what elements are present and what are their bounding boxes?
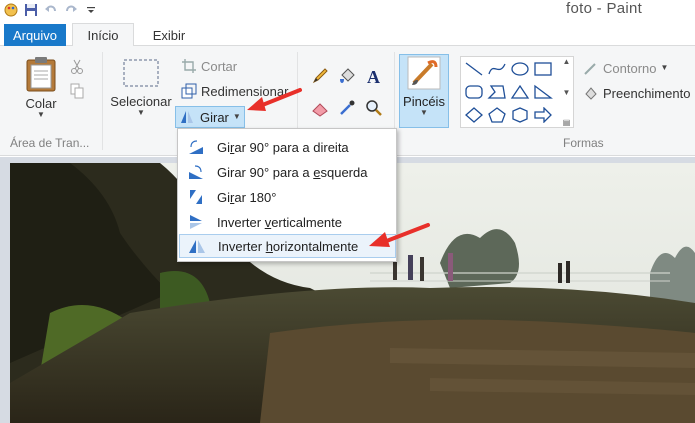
group-divider [102, 52, 103, 150]
rotate-right-icon [186, 138, 206, 156]
polygon-shape-icon[interactable] [486, 82, 508, 102]
menu-item-label: Girar 180° [217, 189, 277, 205]
fill-label: Preenchimento [603, 85, 691, 101]
shapes-gallery [460, 56, 574, 128]
chevron-down-icon: ▼ [37, 110, 45, 119]
paste-button[interactable]: Colar ▼ [18, 56, 64, 119]
clipboard-icon [26, 57, 56, 92]
shapes-group-label: Formas [563, 136, 604, 150]
diamond-shape-icon[interactable] [463, 105, 485, 125]
hexagon-shape-icon[interactable] [509, 105, 531, 125]
svg-text:A: A [367, 67, 380, 85]
pencil-icon[interactable] [310, 66, 330, 86]
menu-item-flip-horizontal[interactable]: Inverter horizontalmente [179, 234, 396, 258]
paste-label: Colar [25, 96, 57, 111]
copy-icon[interactable] [68, 82, 86, 100]
chevron-down-icon: ▼ [232, 112, 241, 121]
menu-item-label: Inverter verticalmente [217, 214, 342, 230]
brush-icon [407, 56, 441, 90]
crop-icon [182, 59, 196, 73]
oval-shape-icon[interactable] [509, 59, 531, 79]
quick-access-toolbar [0, 0, 98, 20]
menu-item-rotate-right[interactable]: Girar 90° para a direita [179, 135, 396, 159]
curve-shape-icon[interactable] [486, 59, 508, 79]
redo-icon[interactable] [64, 3, 78, 17]
rotate-180-icon [186, 188, 206, 206]
rotate-menu: Girar 90° para a direita Girar 90° para … [177, 128, 397, 262]
crop-label: Cortar [201, 58, 238, 74]
menu-item-label: Girar 90° para a direita [217, 139, 349, 155]
brushes-button[interactable]: Pincéis ▼ [399, 54, 449, 128]
pentagon-shape-icon[interactable] [486, 105, 508, 125]
tab-arquivo[interactable]: Arquivo [4, 24, 66, 47]
menu-item-flip-vertical[interactable]: Inverter verticalmente [179, 210, 396, 234]
resize-icon [181, 83, 197, 99]
scroll-up-icon[interactable]: ▲ [563, 57, 571, 66]
fill-button[interactable]: Preenchimento [583, 83, 690, 103]
chevron-down-icon: ▼ [420, 108, 428, 117]
crop-button[interactable]: Cortar [181, 56, 237, 76]
expand-gallery-icon[interactable]: ▤ [563, 118, 571, 127]
menu-item-rotate-left[interactable]: Girar 90° para a esquerda [179, 160, 396, 184]
rectangle-shape-icon[interactable] [532, 59, 554, 79]
outline-icon [584, 63, 596, 75]
selection-rect-icon [123, 59, 159, 87]
text-tool-icon[interactable]: A [364, 66, 384, 86]
chevron-down-icon: ▼ [660, 63, 669, 72]
tab-inicio[interactable]: Início [72, 23, 134, 47]
color-picker-icon[interactable] [337, 98, 357, 118]
customize-toolbar-icon[interactable] [84, 3, 98, 17]
menu-item-rotate-180[interactable]: Girar 180° [179, 185, 396, 209]
menu-item-label: Girar 90° para a esquerda [217, 164, 368, 180]
tab-exibir[interactable]: Exibir [142, 24, 196, 47]
scroll-down-icon[interactable]: ▼ [563, 88, 571, 97]
shapes-scrollbar[interactable]: ▲ ▼ ▤ [560, 57, 573, 127]
chevron-down-icon: ▼ [137, 108, 145, 117]
clipboard-group-label: Área de Tran... [10, 136, 90, 150]
cut-icon[interactable] [68, 58, 86, 76]
annotation-arrow-icon [369, 223, 430, 247]
rotate-icon [181, 111, 193, 123]
fill-icon [585, 87, 597, 100]
triangle-shape-icon[interactable] [509, 82, 531, 102]
eraser-icon[interactable] [310, 98, 330, 118]
outline-label: Contorno [603, 60, 657, 76]
menu-item-label: Inverter horizontalmente [218, 238, 359, 254]
save-icon[interactable] [24, 3, 38, 17]
outline-button[interactable]: Contorno ▼ [583, 58, 668, 78]
rotate-button[interactable]: Girar ▼ [175, 106, 245, 128]
annotation-arrow-icon [247, 88, 302, 111]
fill-bucket-icon[interactable] [337, 66, 357, 86]
brushes-label: Pincéis [403, 94, 445, 109]
undo-icon[interactable] [44, 3, 58, 17]
line-shape-icon[interactable] [463, 59, 485, 79]
flip-vertical-icon [186, 213, 206, 231]
right-triangle-shape-icon[interactable] [532, 82, 554, 102]
rotate-label: Girar [200, 109, 229, 125]
rounded-rectangle-shape-icon[interactable] [463, 82, 485, 102]
arrow-shape-icon[interactable] [532, 105, 554, 125]
title-bar: foto - Paint [0, 0, 695, 22]
select-label: Selecionar [110, 94, 172, 109]
rotate-left-icon [186, 163, 206, 181]
select-button[interactable]: Selecionar ▼ [108, 58, 174, 117]
flip-horizontal-icon [187, 237, 207, 255]
paint-window: foto - Paint Arquivo Início Exibir Colar… [0, 0, 695, 423]
window-title: foto - Paint [566, 0, 643, 17]
magnifier-icon[interactable] [364, 98, 384, 118]
paint-app-icon[interactable] [4, 3, 18, 17]
